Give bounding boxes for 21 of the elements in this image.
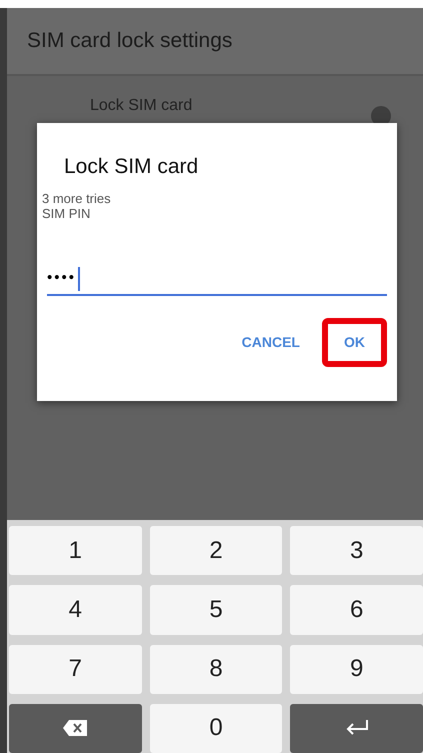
key[interactable]: 5 [150,585,282,634]
text-cursor [78,266,80,291]
backspace-icon [62,719,88,738]
pin-field[interactable]: •••• [47,264,387,296]
key[interactable]: 3 [290,526,423,576]
key[interactable]: 7 [9,644,142,694]
backspace-key[interactable] [9,704,142,753]
key[interactable]: 4 [9,585,142,634]
key[interactable]: 9 [290,644,423,694]
screen-title: SIM card lock settings [7,8,423,76]
tries-remaining: 3 more tries [42,190,112,206]
field-label: SIM PIN [42,206,92,222]
key[interactable]: 1 [9,526,142,576]
dialog-title: Lock SIM card [64,154,200,180]
key[interactable]: 6 [290,585,423,634]
setting-label: Lock SIM card [90,96,192,116]
enter-key[interactable] [290,704,423,753]
key[interactable]: 2 [150,526,282,576]
dialog-button[interactable]: OK [322,318,387,367]
key[interactable]: 8 [150,644,282,694]
key[interactable]: 0 [150,704,282,753]
